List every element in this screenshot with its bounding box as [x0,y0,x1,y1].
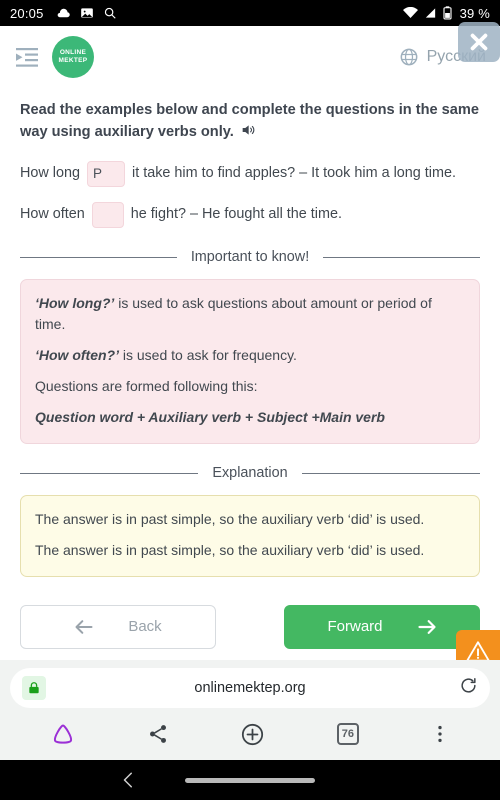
phone-screen: 20:05 39 % ONLINE MEKTEP Русский Read th… [0,0,500,800]
explanation-box: The answer is in past simple, so the aux… [20,495,480,577]
forward-button-label: Forward [327,618,383,636]
overflow-menu-icon[interactable] [430,723,450,745]
important-paragraph-1: ‘How long?’ is used to ask questions abo… [35,293,465,334]
explanation-divider-label: Explanation [212,464,288,481]
answer-input-1[interactable]: P [87,160,125,187]
android-nav-bar [0,760,500,800]
plus-circle-icon[interactable] [240,722,265,747]
battery-icon [443,6,452,20]
important-bold-1: ‘How long?’ [35,295,115,312]
menu-indent-icon[interactable] [14,44,40,70]
site-header: ONLINE MEKTEP Русский [0,22,500,88]
home-triangle-icon[interactable] [50,721,76,747]
battery-percent: 39 % [459,5,490,21]
forward-button[interactable]: Forward [284,604,480,649]
nav-back-icon[interactable] [120,771,138,789]
explanation-divider: Explanation [20,464,480,483]
close-overlay-button[interactable] [458,22,500,62]
important-divider: Important to know! [20,248,481,267]
home-pill[interactable] [185,777,315,783]
status-bar: 20:05 39 % [0,0,500,26]
question-row-2: How often he fight? – He fought all the … [20,201,480,228]
reload-icon[interactable] [459,676,478,700]
speaker-icon[interactable] [240,122,256,146]
answer-input-2[interactable] [91,201,124,228]
arrow-right-icon [417,619,437,635]
image-icon [80,6,94,20]
tab-count-button[interactable]: 76 [336,723,359,745]
status-bar-clock: 20:05 [10,5,44,21]
important-rest-3: Questions are formed following this: [35,378,258,395]
question-2-before: How often [20,206,85,223]
explanation-line-2: The answer is in past simple, so the aux… [35,542,425,559]
question-row-1: How long P it take him to find apples? –… [20,160,480,187]
important-divider-label: Important to know! [190,248,310,265]
share-icon[interactable] [147,723,169,745]
question-2-after: he fight? – He fought all the time. [130,206,342,223]
navigation-buttons: Back Forward [20,604,480,649]
logo-line-2: MEKTEP [58,57,88,64]
globe-icon [399,47,419,67]
url-text: onlinemektep.org [194,680,306,696]
important-rest-2: is used to ask for frequency. [119,346,297,363]
cloud-icon [56,6,71,21]
important-paragraph-3: Questions are formed following this: [35,376,465,396]
important-box: ‘How long?’ is used to ask questions abo… [20,279,480,444]
lock-icon[interactable] [22,676,46,700]
search-icon [103,6,117,20]
explanation-line-1: The answer is in past simple, so the aux… [35,511,425,528]
url-bar[interactable]: onlinemektep.org [10,668,490,708]
browser-chrome: onlinemektep.org 76 [0,660,500,760]
task-title: Read the examples below and complete the… [20,100,480,146]
important-bold-2: ‘How often?’ [35,346,119,363]
explanation-line-right [301,472,480,474]
logo-line-1: ONLINE [59,48,87,56]
divider-line-right [323,257,481,258]
lesson-content: Read the examples below and complete the… [0,88,500,649]
important-paragraph-4: Question word + Auxiliary verb + Subject… [35,407,465,427]
back-button[interactable]: Back [20,604,216,649]
explanation-line-left [20,472,199,474]
divider-line-left [20,257,177,258]
question-1-after: it take him to find apples? – It took hi… [132,165,456,182]
wifi-icon [402,6,418,19]
important-formula: Question word + Auxiliary verb + Subject… [35,409,385,426]
question-1-before: How long [20,165,80,182]
important-paragraph-2: ‘How often?’ is used to ask for frequenc… [35,345,465,365]
signal-icon [424,7,437,19]
browser-toolbar: 76 [0,714,500,758]
back-button-label: Back [128,618,162,636]
site-logo[interactable]: ONLINE MEKTEP [52,36,94,78]
close-icon [468,31,490,53]
arrow-left-icon [74,619,94,635]
